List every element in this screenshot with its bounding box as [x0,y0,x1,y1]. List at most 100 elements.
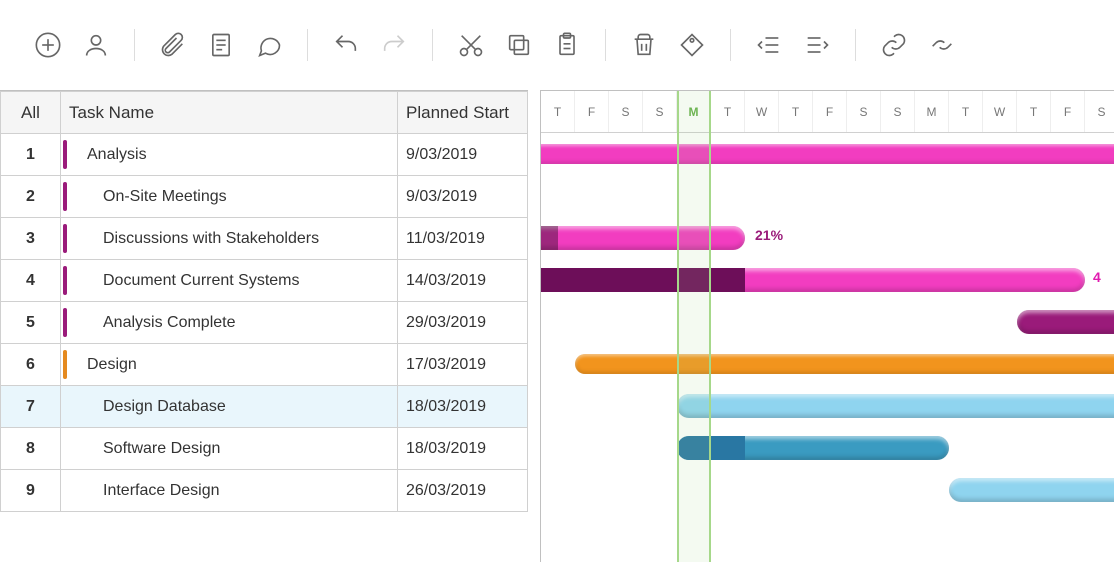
trash-icon[interactable] [626,27,662,63]
day-cell: M [677,91,711,132]
gantt-bar[interactable] [677,436,949,460]
paste-icon[interactable] [549,27,585,63]
day-cell: S [881,91,915,132]
unlink-icon[interactable] [924,27,960,63]
chat-icon[interactable] [251,27,287,63]
table-row[interactable]: 8 Software Design 18/03/2019 [1,428,528,470]
table-row[interactable]: 5Analysis Complete29/03/2019 [1,302,528,344]
table-row[interactable]: 9Interface Design26/03/2019 [1,470,528,512]
row-id: 1 [1,134,61,176]
row-date[interactable]: 11/03/2019 [398,218,528,260]
clip-icon[interactable] [155,27,191,63]
day-cell: S [609,91,643,132]
row-date[interactable]: 18/03/2019 [398,386,528,428]
col-header-start[interactable]: Planned Start [398,92,528,134]
tag-icon[interactable] [674,27,710,63]
row-name[interactable]: On-Site Meetings [61,176,398,218]
col-header-name[interactable]: Task Name [61,92,398,134]
cut-icon[interactable] [453,27,489,63]
day-cell: W [745,91,779,132]
task-name-label: Discussions with Stakeholders [69,230,319,248]
document-icon[interactable] [203,27,239,63]
day-cell: M [915,91,949,132]
separator [855,29,856,61]
row-date[interactable]: 26/03/2019 [398,470,528,512]
row-date[interactable]: 14/03/2019 [398,260,528,302]
day-cell: S [1085,91,1114,132]
row-id: 8 [1,428,61,470]
row-date[interactable]: 9/03/2019 [398,134,528,176]
day-cell: T [711,91,745,132]
day-cell: W [983,91,1017,132]
gantt-chart[interactable]: TFSSMTWTFSSMTWTFSS 21%4 [540,90,1114,562]
day-cell: T [1017,91,1051,132]
task-name-label: Software Design [69,440,220,458]
day-cell: S [643,91,677,132]
row-name[interactable]: Analysis [61,134,398,176]
gantt-progress [540,226,558,250]
row-date[interactable]: 9/03/2019 [398,176,528,218]
outdent-icon[interactable] [751,27,787,63]
row-id: 3 [1,218,61,260]
gantt-row [541,427,1114,469]
indent-icon[interactable] [799,27,835,63]
timeline-header: TFSSMTWTFSSMTWTFSS [541,91,1114,133]
day-cell: T [949,91,983,132]
row-date[interactable]: 17/03/2019 [398,344,528,386]
gantt-progress [677,436,745,460]
link-icon[interactable] [876,27,912,63]
row-name[interactable]: Document Current Systems [61,260,398,302]
task-name-label: Analysis [69,146,147,164]
gantt-bar[interactable] [677,394,1114,418]
day-cell: S [847,91,881,132]
gantt-row: 21% [541,217,1114,259]
task-name-label: Design [69,356,137,374]
row-date[interactable]: 29/03/2019 [398,302,528,344]
table-row[interactable]: 1 Analysis 9/03/2019 [1,134,528,176]
day-cell: T [779,91,813,132]
category-stripe [63,266,67,295]
gantt-bar[interactable] [949,478,1114,502]
gantt-progress [540,268,745,292]
redo-icon[interactable] [376,27,412,63]
col-header-id[interactable]: All [1,92,61,134]
gantt-bar[interactable] [540,268,1085,292]
table-row[interactable]: 3 Discussions with Stakeholders 11/03/2019 [1,218,528,260]
table-row[interactable]: 4Document Current Systems14/03/2019 [1,260,528,302]
row-id: 7 [1,386,61,428]
gantt-row [541,469,1114,511]
task-name-label: On-Site Meetings [69,188,227,206]
table-row[interactable]: 6 Design 17/03/2019 [1,344,528,386]
row-id: 4 [1,260,61,302]
gantt-bar[interactable] [540,144,1114,164]
row-name[interactable]: Interface Design [61,470,398,512]
gantt-bar[interactable] [575,354,1114,374]
toolbar [0,0,1114,90]
copy-icon[interactable] [501,27,537,63]
separator [730,29,731,61]
day-cell: T [541,91,575,132]
separator [134,29,135,61]
category-stripe [63,350,67,379]
day-cell: F [575,91,609,132]
row-name[interactable]: Design Database [61,386,398,428]
gantt-bar[interactable] [1017,310,1114,334]
separator [307,29,308,61]
row-name[interactable]: Design [61,344,398,386]
day-cell: F [1051,91,1085,132]
category-stripe [63,308,67,337]
row-name[interactable]: Analysis Complete [61,302,398,344]
row-id: 2 [1,176,61,218]
table-row[interactable]: 7 Design Database 18/03/2019 [1,386,528,428]
gantt-row [541,133,1114,175]
user-icon[interactable] [78,27,114,63]
task-name-label: Design Database [69,398,226,416]
row-name[interactable]: Discussions with Stakeholders [61,218,398,260]
row-name[interactable]: Software Design [61,428,398,470]
undo-icon[interactable] [328,27,364,63]
gantt-bar[interactable] [540,226,745,250]
row-id: 6 [1,344,61,386]
row-date[interactable]: 18/03/2019 [398,428,528,470]
table-row[interactable]: 2 On-Site Meetings 9/03/2019 [1,176,528,218]
plus-icon[interactable] [30,27,66,63]
